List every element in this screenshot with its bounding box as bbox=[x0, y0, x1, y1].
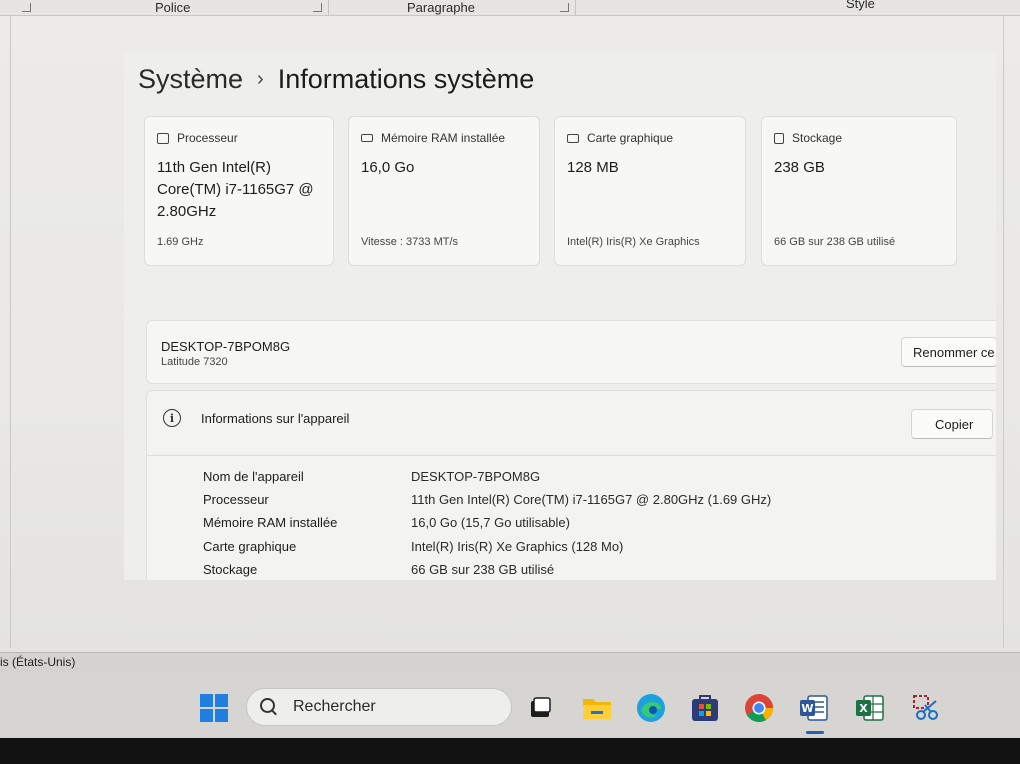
storage-icon bbox=[774, 132, 784, 144]
spec-key: Stockage bbox=[203, 562, 258, 577]
divider bbox=[147, 455, 996, 456]
card-label: Mémoire RAM installée bbox=[381, 131, 506, 145]
chrome-icon[interactable] bbox=[743, 692, 775, 724]
page-edge bbox=[1003, 16, 1004, 648]
rename-pc-button[interactable]: Renommer ce bbox=[901, 337, 996, 367]
store-icon[interactable] bbox=[689, 692, 721, 724]
gpu-icon bbox=[567, 133, 579, 143]
card-subtext: Vitesse : 3733 MT/s bbox=[361, 236, 459, 248]
language-indicator[interactable]: is (États-Unis) bbox=[0, 655, 75, 669]
taskbar-search-box[interactable]: Rechercher bbox=[246, 688, 512, 726]
device-name-panel: DESKTOP-7BPOM8G Latitude 7320 Renommer c… bbox=[146, 320, 996, 384]
edge-icon[interactable] bbox=[635, 692, 667, 724]
device-model: Latitude 7320 bbox=[161, 356, 228, 368]
page-title: Informations système bbox=[277, 64, 535, 94]
ribbon-group-style: Style bbox=[846, 0, 875, 11]
search-placeholder: Rechercher bbox=[293, 698, 376, 715]
breadcrumb-parent[interactable]: Système bbox=[138, 64, 243, 95]
file-explorer-icon[interactable] bbox=[581, 692, 613, 724]
chevron-right-icon: › bbox=[257, 68, 264, 90]
ribbon-group-font: Police bbox=[155, 0, 191, 15]
spec-key: Mémoire RAM installée bbox=[203, 515, 338, 530]
spec-value: 16,0 Go (15,7 Go utilisable) bbox=[411, 515, 570, 530]
info-icon: i bbox=[163, 409, 181, 427]
copy-button[interactable]: Copier bbox=[911, 409, 993, 439]
paragraph-dialog-launcher-icon[interactable] bbox=[560, 3, 569, 12]
card-label: Stockage bbox=[792, 131, 843, 145]
device-info-title: Informations sur l'appareil bbox=[201, 410, 350, 426]
ram-icon bbox=[361, 134, 373, 142]
spec-value: 66 GB sur 238 GB utilisé bbox=[411, 562, 555, 577]
card-value: 11th Gen Intel(R) Core(TM) i7-1165G7 @ 2… bbox=[157, 159, 314, 220]
spec-key: Nom de l'appareil bbox=[203, 469, 304, 484]
card-subtext: 1.69 GHz bbox=[157, 236, 204, 248]
card-value: 16,0 Go bbox=[361, 159, 415, 176]
spec-value: Intel(R) Iris(R) Xe Graphics (128 Mo) bbox=[411, 539, 624, 554]
spec-key: Carte graphique bbox=[203, 539, 297, 554]
spec-key: Processeur bbox=[203, 492, 269, 507]
ribbon-separator bbox=[328, 0, 329, 16]
spec-value: DESKTOP-7BPOM8G bbox=[411, 469, 541, 484]
taskbar: Rechercher W X bbox=[0, 672, 1020, 738]
search-icon bbox=[259, 697, 279, 717]
screen-bezel bbox=[0, 738, 1020, 764]
word-status-bar: is (États-Unis) bbox=[0, 652, 1020, 672]
windows-start-icon[interactable] bbox=[198, 692, 230, 724]
ribbon-separator bbox=[575, 0, 576, 16]
card-value: 238 GB bbox=[774, 159, 825, 176]
settings-screenshot: Système › Informations système Processeu… bbox=[124, 52, 996, 580]
active-app-indicator bbox=[806, 731, 824, 734]
word-icon[interactable]: W bbox=[798, 692, 830, 724]
task-view-icon[interactable] bbox=[524, 692, 556, 724]
card-label: Carte graphique bbox=[587, 131, 674, 145]
spec-value: 11th Gen Intel(R) Core(TM) i7-1165G7 @ 2… bbox=[411, 492, 772, 507]
card-label: Processeur bbox=[177, 131, 238, 145]
dialog-launcher-icon[interactable] bbox=[22, 3, 31, 12]
device-name: DESKTOP-7BPOM8G bbox=[161, 339, 291, 354]
svg-text:W: W bbox=[801, 702, 813, 715]
font-dialog-launcher-icon[interactable] bbox=[313, 3, 322, 12]
word-ribbon: Police Paragraphe Style bbox=[0, 0, 1020, 16]
ram-card: Mémoire RAM installée 16,0 Go Vitesse : … bbox=[348, 116, 540, 266]
card-value: 128 MB bbox=[567, 159, 619, 176]
snipping-tool-icon[interactable] bbox=[910, 692, 942, 724]
cpu-icon bbox=[157, 132, 169, 144]
storage-card: Stockage 238 GB 66 GB sur 238 GB utilisé bbox=[761, 116, 957, 266]
device-info-panel: i Informations sur l'appareil Copier Nom… bbox=[146, 390, 996, 580]
card-subtext: Intel(R) Iris(R) Xe Graphics bbox=[567, 236, 700, 248]
excel-icon[interactable]: X bbox=[854, 692, 886, 724]
processor-card: Processeur 11th Gen Intel(R) Core(TM) i7… bbox=[144, 116, 334, 266]
card-subtext: 66 GB sur 238 GB utilisé bbox=[774, 236, 896, 248]
device-info-header[interactable]: i Informations sur l'appareil bbox=[163, 409, 349, 427]
page-edge bbox=[10, 16, 11, 648]
svg-text:X: X bbox=[859, 702, 868, 715]
gpu-card: Carte graphique 128 MB Intel(R) Iris(R) … bbox=[554, 116, 746, 266]
ribbon-group-paragraph: Paragraphe bbox=[407, 0, 475, 15]
breadcrumb: Système › Informations système bbox=[138, 64, 534, 95]
